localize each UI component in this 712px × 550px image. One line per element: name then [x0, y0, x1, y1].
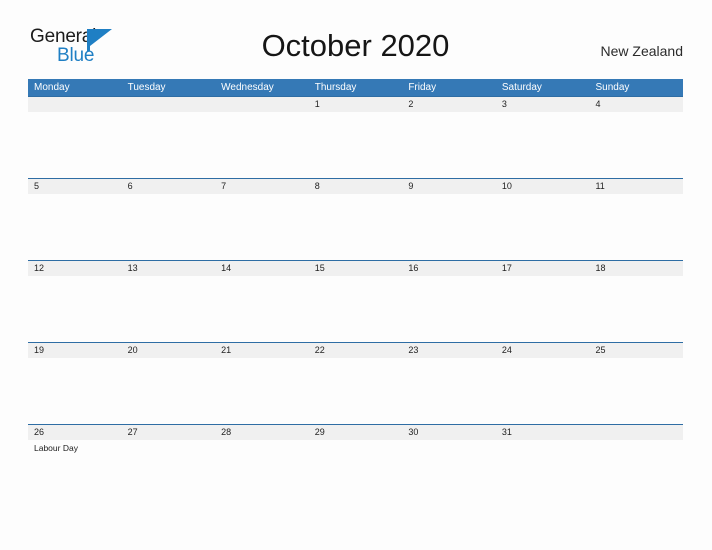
- page-title: October 2020: [261, 28, 450, 63]
- day-cell[interactable]: [309, 112, 403, 178]
- day-cell[interactable]: [122, 358, 216, 424]
- day-cell[interactable]: [402, 276, 496, 342]
- day-cell[interactable]: [589, 194, 683, 260]
- week-event-band: Labour Day: [28, 440, 683, 506]
- day-cell[interactable]: [28, 358, 122, 424]
- calendar-week-row: 26 27 28 29 30 31 Labour Day: [28, 424, 683, 506]
- day-cell[interactable]: [122, 276, 216, 342]
- day-cell[interactable]: [589, 440, 683, 506]
- week-event-band: [28, 194, 683, 260]
- day-cell[interactable]: [402, 440, 496, 506]
- day-cell[interactable]: [309, 194, 403, 260]
- day-cell[interactable]: [496, 112, 590, 178]
- week-date-band: 19 20 21 22 23 24 25: [28, 342, 683, 358]
- day-number[interactable]: 13: [122, 261, 216, 276]
- day-number[interactable]: 27: [122, 425, 216, 440]
- day-cell[interactable]: [28, 276, 122, 342]
- day-cell[interactable]: [309, 358, 403, 424]
- calendar-grid: Monday Tuesday Wednesday Thursday Friday…: [28, 79, 683, 506]
- day-cell[interactable]: [496, 194, 590, 260]
- day-cell[interactable]: [215, 440, 309, 506]
- day-cell[interactable]: [589, 112, 683, 178]
- week-event-band: [28, 276, 683, 342]
- day-number[interactable]: 15: [309, 261, 403, 276]
- day-cell[interactable]: [215, 112, 309, 178]
- calendar-week-row: 19 20 21 22 23 24 25: [28, 342, 683, 424]
- week-date-band: 5 6 7 8 9 10 11: [28, 178, 683, 194]
- day-number[interactable]: 12: [28, 261, 122, 276]
- week-event-band: [28, 112, 683, 178]
- day-cell[interactable]: [122, 194, 216, 260]
- weekday-header-monday: Monday: [34, 82, 70, 93]
- day-number[interactable]: [122, 97, 216, 112]
- day-cell[interactable]: [496, 276, 590, 342]
- day-number[interactable]: 31: [496, 425, 590, 440]
- day-number[interactable]: 5: [28, 179, 122, 194]
- day-cell[interactable]: [122, 112, 216, 178]
- day-number[interactable]: 17: [496, 261, 590, 276]
- country-label: New Zealand: [600, 43, 684, 59]
- calendar-page: General Blue October 2020 New Zealand Mo…: [0, 0, 712, 550]
- day-cell[interactable]: [28, 194, 122, 260]
- day-cell[interactable]: [309, 440, 403, 506]
- day-number[interactable]: 9: [402, 179, 496, 194]
- day-cell[interactable]: [402, 358, 496, 424]
- calendar-week-row: 5 6 7 8 9 10 11: [28, 178, 683, 260]
- day-number[interactable]: 14: [215, 261, 309, 276]
- weekday-header-thursday: Thursday: [314, 82, 357, 93]
- day-number[interactable]: 4: [589, 97, 683, 112]
- day-number[interactable]: 8: [309, 179, 403, 194]
- day-cell[interactable]: [589, 276, 683, 342]
- day-number[interactable]: 11: [589, 179, 683, 194]
- day-number[interactable]: 10: [496, 179, 590, 194]
- day-cell[interactable]: [215, 358, 309, 424]
- day-number[interactable]: 29: [309, 425, 403, 440]
- calendar-week-row: 1 2 3 4: [28, 96, 683, 178]
- day-cell[interactable]: [122, 440, 216, 506]
- day-event: Labour Day: [34, 443, 78, 453]
- day-number[interactable]: 2: [402, 97, 496, 112]
- day-cell[interactable]: Labour Day: [28, 440, 122, 506]
- day-number[interactable]: 30: [402, 425, 496, 440]
- day-number[interactable]: [589, 425, 683, 440]
- day-number[interactable]: 21: [215, 343, 309, 358]
- day-cell[interactable]: [589, 358, 683, 424]
- day-number[interactable]: 20: [122, 343, 216, 358]
- day-cell[interactable]: [215, 276, 309, 342]
- day-cell[interactable]: [28, 112, 122, 178]
- weekday-header-friday: Friday: [408, 82, 437, 93]
- day-number[interactable]: 24: [496, 343, 590, 358]
- day-number[interactable]: 28: [215, 425, 309, 440]
- day-number[interactable]: 1: [309, 97, 403, 112]
- weekday-header-row: Monday Tuesday Wednesday Thursday Friday…: [28, 79, 683, 96]
- day-number[interactable]: 16: [402, 261, 496, 276]
- week-date-band: 12 13 14 15 16 17 18: [28, 260, 683, 276]
- day-number[interactable]: 18: [589, 261, 683, 276]
- page-header: General Blue October 2020 New Zealand: [28, 24, 683, 74]
- day-number[interactable]: 3: [496, 97, 590, 112]
- weekday-header-saturday: Saturday: [501, 82, 542, 93]
- day-number[interactable]: [215, 97, 309, 112]
- week-date-band: 1 2 3 4: [28, 96, 683, 112]
- day-number[interactable]: 7: [215, 179, 309, 194]
- weekday-header-wednesday: Wednesday: [221, 82, 274, 93]
- day-cell[interactable]: [402, 112, 496, 178]
- day-number[interactable]: 26: [28, 425, 122, 440]
- day-cell[interactable]: [496, 358, 590, 424]
- day-number[interactable]: 22: [309, 343, 403, 358]
- day-number[interactable]: [28, 97, 122, 112]
- weekday-header-tuesday: Tuesday: [127, 82, 166, 93]
- day-cell[interactable]: [215, 194, 309, 260]
- day-cell[interactable]: [496, 440, 590, 506]
- day-number[interactable]: 25: [589, 343, 683, 358]
- weekday-header-sunday: Sunday: [595, 82, 630, 93]
- week-date-band: 26 27 28 29 30 31: [28, 424, 683, 440]
- day-cell[interactable]: [309, 276, 403, 342]
- day-cell[interactable]: [402, 194, 496, 260]
- day-number[interactable]: 23: [402, 343, 496, 358]
- calendar-week-row: 12 13 14 15 16 17 18: [28, 260, 683, 342]
- day-number[interactable]: 6: [122, 179, 216, 194]
- day-number[interactable]: 19: [28, 343, 122, 358]
- week-event-band: [28, 358, 683, 424]
